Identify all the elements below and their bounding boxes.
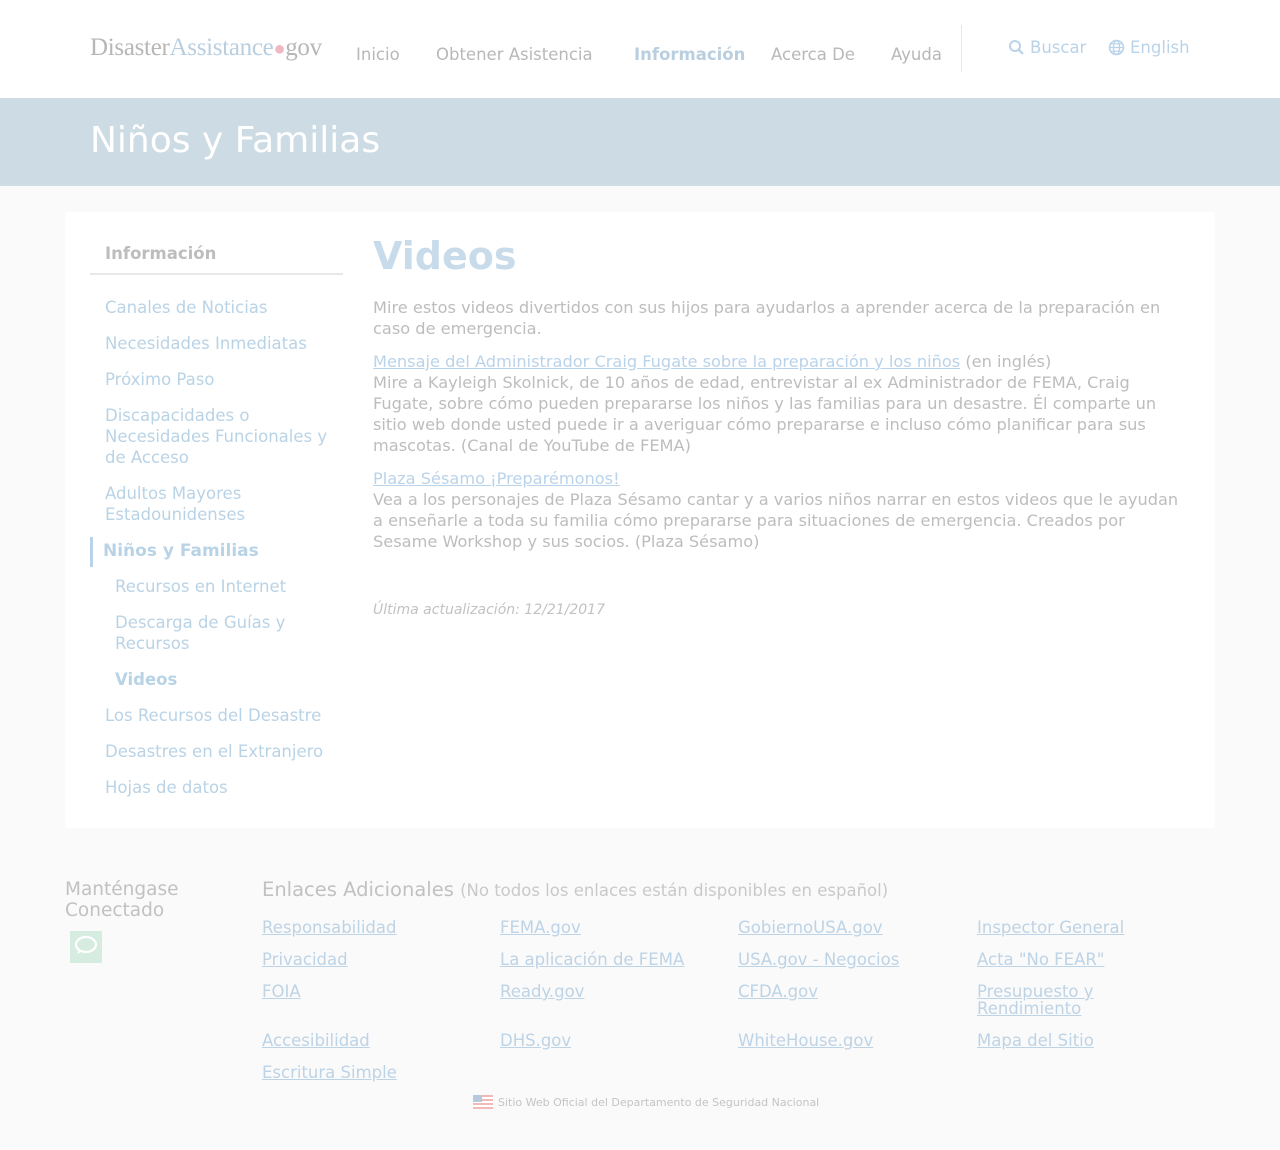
video-link-plaza-sesamo[interactable]: Plaza Sésamo ¡Preparémonos! [373,469,620,488]
official-site-text: Sitio Web Oficial del Departamento de Se… [498,1095,820,1109]
chat-bubble-icon [74,935,98,959]
logo-text-gov: gov [285,34,322,61]
video-link-fugate[interactable]: Mensaje del Administrador Craig Fugate s… [373,352,960,371]
video-description: Mire a Kayleigh Skolnick, de 10 años de … [373,373,1157,455]
video-description: Vea a los personajes de Plaza Sésamo can… [373,490,1179,551]
sidebar-heading: Información [90,244,343,275]
video-language-note: (en inglés) [960,352,1052,371]
sidebar-item-discapacidades[interactable]: Discapacidades o Necesidades Funcionales… [105,405,335,468]
footer-link-no-fear-act[interactable]: Acta "No FEAR" [977,951,1104,968]
logo-text-disaster: Disaster [90,34,170,61]
additional-links-heading: Enlaces Adicionales (No todos los enlace… [262,878,888,901]
sidebar-subitem-videos[interactable]: Videos [115,669,177,690]
search-icon [1008,39,1025,56]
footer-link-whitehouse-gov[interactable]: WhiteHouse.gov [738,1032,873,1049]
footer-link-accesibilidad[interactable]: Accesibilidad [262,1032,370,1049]
search-label: Buscar [1030,38,1087,57]
globe-icon [1108,39,1125,56]
additional-links-note: (No todos los enlaces están disponibles … [460,881,889,900]
logo-text-assistance: Assistance [169,34,274,61]
nav-informacion[interactable]: Información [634,45,745,64]
footer-link-inspector-general[interactable]: Inspector General [977,919,1124,936]
nav-acerca-de[interactable]: Acerca De [771,45,855,64]
social-chat-button[interactable] [70,931,102,963]
nav-obtener-asistencia[interactable]: Obtener Asistencia [436,45,593,64]
footer-link-fema-gov[interactable]: FEMA.gov [500,919,581,936]
footer-link-cfda-gov[interactable]: CFDA.gov [738,983,818,1000]
footer-link-mapa-del-sitio[interactable]: Mapa del Sitio [977,1032,1094,1049]
additional-links-title: Enlaces Adicionales [262,878,454,901]
last-updated: Última actualización: 12/21/2017 [373,602,605,618]
sidebar-item-necesidades-inmediatas[interactable]: Necesidades Inmediatas [105,333,307,354]
sidebar-item-ninos-y-familias[interactable]: Niños y Familias [90,537,340,567]
us-flag-icon [473,1095,493,1109]
footer-link-dhs-gov[interactable]: DHS.gov [500,1032,571,1049]
language-label: English [1130,38,1190,57]
language-toggle[interactable]: English [1108,38,1190,57]
footer-link-ready-gov[interactable]: Ready.gov [500,983,584,1000]
video-item: Mensaje del Administrador Craig Fugate s… [373,351,1188,456]
footer-link-fema-app[interactable]: La aplicación de FEMA [500,951,684,968]
footer-link-usa-gov-negocios[interactable]: USA.gov - Negocios [738,951,899,968]
nav-ayuda[interactable]: Ayuda [891,45,942,64]
logo-dot: ● [273,38,286,60]
footer-link-presupuesto[interactable]: Presupuesto y Rendimiento [977,983,1127,1017]
sidebar-item-hojas-de-datos[interactable]: Hojas de datos [105,777,228,798]
sidebar-item-desastres-extranjero[interactable]: Desastres en el Extranjero [105,741,323,762]
footer-link-privacidad[interactable]: Privacidad [262,951,348,968]
sidebar-subitem-descarga-de-guias[interactable]: Descarga de Guías y Recursos [115,612,315,654]
stay-connected-heading: Manténgase Conectado [65,879,179,921]
sidebar-subitem-recursos-en-internet[interactable]: Recursos en Internet [115,576,286,597]
footer-link-responsabilidad[interactable]: Responsabilidad [262,919,397,936]
page-title: Niños y Familias [90,120,381,161]
footer-link-foia[interactable]: FOIA [262,983,301,1000]
official-site-notice: Sitio Web Oficial del Departamento de Se… [473,1095,819,1109]
intro-text: Mire estos videos divertidos con sus hij… [373,298,1161,338]
sidebar-item-recursos-del-desastre[interactable]: Los Recursos del Desastre [105,705,321,726]
footer-link-gobiernousa[interactable]: GobiernoUSA.gov [738,919,883,936]
site-header: DisasterAssistance●gov Inicio Obtener As… [0,0,1280,98]
sidebar-item-adultos-mayores[interactable]: Adultos Mayores Estadounidenses [105,483,305,525]
search-button[interactable]: Buscar [1008,38,1086,57]
video-item: Plaza Sésamo ¡Preparémonos! Vea a los pe… [373,468,1188,552]
section-title: Videos [373,234,517,278]
nav-inicio[interactable]: Inicio [356,45,400,64]
site-logo[interactable]: DisasterAssistance●gov [90,34,322,62]
sidebar-item-canales-de-noticias[interactable]: Canales de Noticias [105,297,268,318]
footer-link-escritura-simple[interactable]: Escritura Simple [262,1064,397,1081]
nav-divider [961,25,962,72]
sidebar-item-proximo-paso[interactable]: Próximo Paso [105,369,214,390]
page-banner: Niños y Familias [0,98,1280,186]
